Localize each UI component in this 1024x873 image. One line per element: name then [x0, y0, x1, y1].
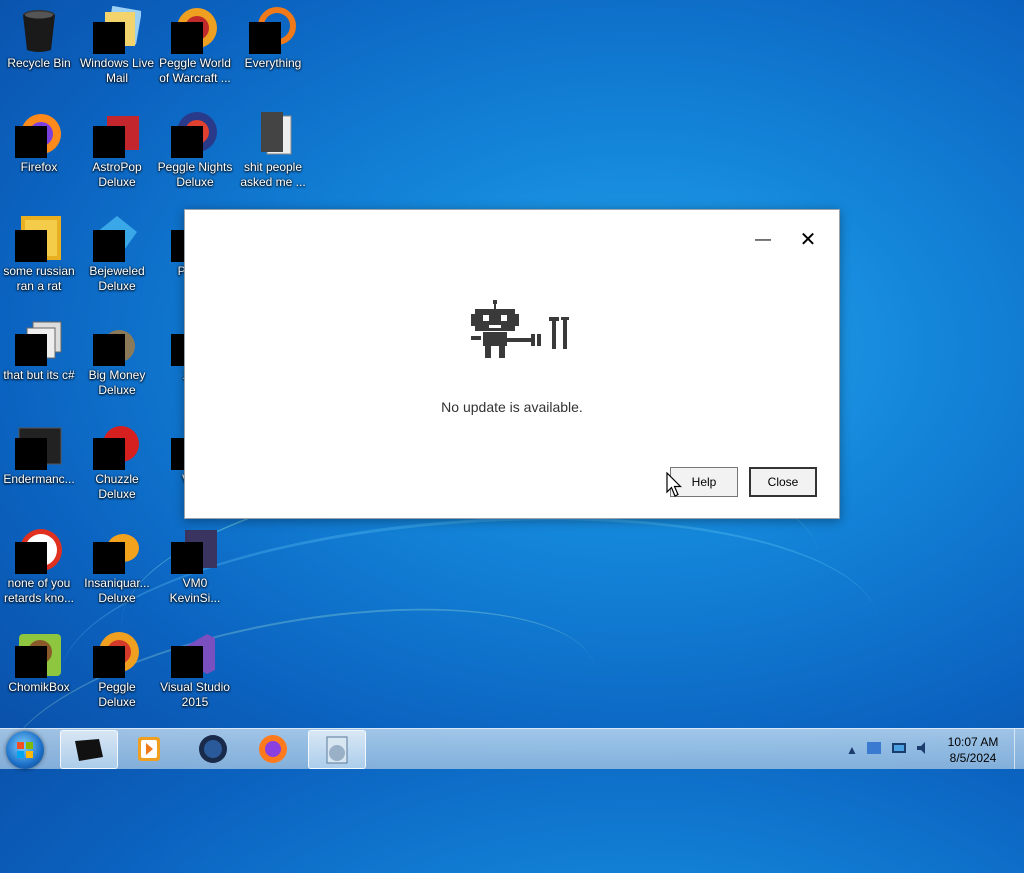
desktop-icon-label: Peggle Deluxe — [98, 680, 136, 709]
clock-time: 10:07 AM — [947, 735, 999, 749]
game-icon — [171, 110, 219, 158]
game-icon — [93, 110, 141, 158]
taskbar-firefox[interactable] — [245, 730, 301, 767]
desktop-icon-label: Recycle Bin — [7, 56, 71, 70]
desktop-icon-big-money[interactable]: Big Money Deluxe — [78, 312, 156, 398]
robot-illustration-icon — [471, 300, 543, 367]
game-icon — [93, 630, 141, 678]
desktop-icon-everything[interactable]: Everything — [234, 0, 312, 71]
desktop-icon-shit-people-asked[interactable]: shit people asked me ... — [234, 104, 312, 190]
desktop-icon-chomikbox[interactable]: ChomikBox — [0, 624, 78, 695]
desktop-icon-peggle-deluxe[interactable]: Peggle Deluxe — [78, 624, 156, 710]
desktop-icon-label: Bejeweled Deluxe — [89, 264, 145, 293]
taskbar-globe-app[interactable] — [185, 730, 241, 767]
desktop-icon-label: shit people asked me ... — [240, 160, 306, 189]
desktop-icon-chuzzle[interactable]: Chuzzle Deluxe — [78, 416, 156, 502]
app-icon — [15, 630, 63, 678]
file-icon — [15, 526, 63, 574]
game-icon — [93, 422, 141, 470]
desktop-icon-none-of-you[interactable]: none of you retards kno... — [0, 520, 78, 606]
visual-studio-icon — [171, 630, 219, 678]
status-message: No update is available. — [441, 399, 583, 415]
show-desktop-button[interactable] — [1014, 729, 1024, 769]
desktop-icon-label: Endermanc... — [3, 472, 75, 486]
show-hidden-icons-arrow[interactable]: ▲ — [846, 743, 858, 757]
recycle-bin-icon — [15, 6, 63, 54]
desktop-icon-label: Visual Studio 2015 — [160, 680, 230, 709]
tools-icon — [547, 317, 571, 356]
desktop-icon-insaniquarium[interactable]: Insaniquar... Deluxe — [78, 520, 156, 606]
update-dialog: — ✕ No update is available. Help Close — [184, 209, 840, 519]
installer-icon — [326, 736, 348, 764]
volume-icon[interactable] — [915, 740, 931, 759]
globe-icon — [199, 735, 227, 763]
desktop-icon-label: Big Money Deluxe — [88, 368, 146, 397]
desktop-icon-firefox[interactable]: Firefox — [0, 104, 78, 175]
file-icon — [15, 318, 63, 366]
desktop-icon-label: ChomikBox — [8, 680, 70, 694]
desktop-icon-that-but-its-csharp[interactable]: that but its c# — [0, 312, 78, 383]
desktop-icon-label: Windows Live Mail — [79, 56, 155, 85]
media-player-icon — [138, 737, 160, 761]
desktop-icon-label: Firefox — [20, 160, 58, 174]
clock-date: 8/5/2024 — [949, 751, 997, 765]
desktop-icon-peggle-nights[interactable]: Peggle Nights Deluxe — [156, 104, 234, 190]
network-icon[interactable] — [891, 740, 907, 759]
desktop-icon-bejeweled[interactable]: Bejeweled Deluxe — [78, 208, 156, 294]
desktop-icon-vm0[interactable]: VM0 KevinSi... — [156, 520, 234, 606]
search-app-icon — [249, 6, 297, 54]
taskbar-media-player[interactable] — [121, 730, 177, 767]
app-icon — [15, 422, 63, 470]
desktop-icon-visual-studio[interactable]: Visual Studio 2015 — [156, 624, 234, 710]
app-icon — [75, 739, 103, 761]
desktop-icon-label: Chuzzle Deluxe — [95, 472, 139, 501]
firefox-icon — [15, 110, 63, 158]
minimize-button[interactable]: — — [753, 232, 773, 250]
close-icon[interactable]: ✕ — [797, 230, 819, 252]
desktop-icon-label: some russian ran a rat — [3, 264, 75, 293]
file-icon — [15, 214, 63, 262]
game-icon — [171, 6, 219, 54]
close-button[interactable]: Close — [749, 467, 817, 497]
desktop-icon-windows-live-mail[interactable]: Windows Live Mail — [78, 0, 156, 86]
desktop-icon-endermanch[interactable]: Endermanc... — [0, 416, 78, 487]
taskbar-updater-app[interactable] — [308, 730, 366, 769]
desktop-icon-peggle-wow[interactable]: Peggle World of Warcraft ... — [156, 0, 234, 86]
mail-app-icon — [93, 5, 142, 54]
start-button[interactable] — [6, 731, 44, 769]
folder-icon — [249, 110, 297, 158]
taskbar-app-1[interactable] — [60, 730, 118, 769]
desktop-icon-russian-rat[interactable]: some russian ran a rat — [0, 208, 78, 294]
system-clock[interactable]: 10:07 AM 8/5/2024 — [938, 734, 1008, 766]
desktop-icon-label: VM0 KevinSi... — [169, 576, 221, 605]
desktop-icon-label: Everything — [244, 56, 302, 70]
tray-app-icon[interactable] — [866, 740, 882, 759]
desktop-icon-label: none of you retards kno... — [3, 576, 75, 605]
app-icon — [171, 526, 219, 574]
desktop-icon-astropop[interactable]: AstroPop Deluxe — [78, 104, 156, 190]
desktop-icon-label: Peggle World of Warcraft ... — [159, 56, 231, 85]
desktop-icon-label: Peggle Nights Deluxe — [157, 160, 233, 189]
desktop-icon-label: that but its c# — [3, 368, 75, 382]
desktop-icon-recycle-bin[interactable]: Recycle Bin — [0, 0, 78, 71]
game-icon — [93, 526, 141, 574]
desktop-icon-label: AstroPop Deluxe — [92, 160, 142, 189]
game-icon — [93, 214, 141, 262]
windows-logo-icon — [17, 742, 33, 758]
mouse-cursor-icon — [666, 471, 682, 503]
game-icon — [93, 318, 141, 366]
desktop-icon-label: Insaniquar... Deluxe — [84, 576, 150, 605]
firefox-icon — [259, 735, 287, 763]
taskbar: ▲ 10:07 AM 8/5/2024 — [0, 728, 1024, 769]
